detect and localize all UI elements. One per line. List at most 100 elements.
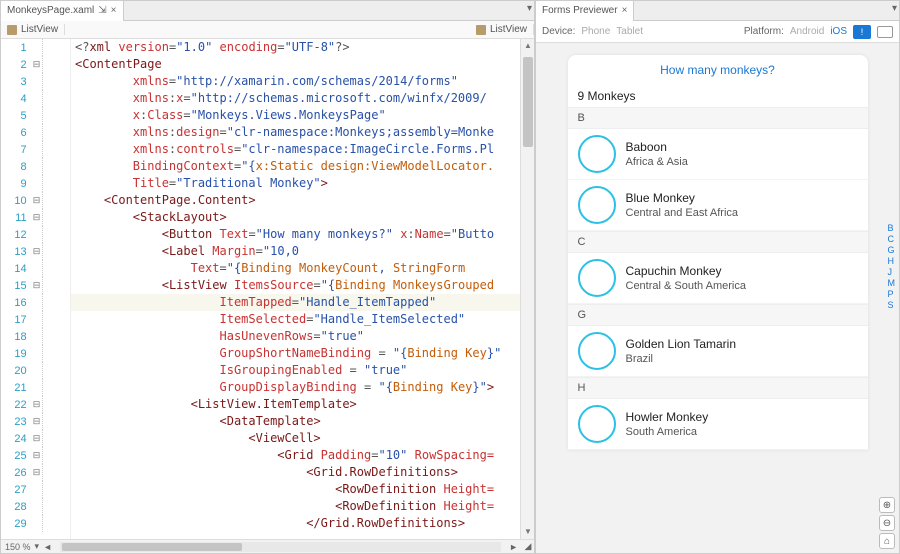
- list-item[interactable]: Capuchin MonkeyCentral & South America: [568, 253, 868, 304]
- zoom-level[interactable]: 150 %: [1, 542, 35, 552]
- code-line[interactable]: <ListView ItemsSource="{Binding MonkeysG…: [71, 277, 534, 294]
- code-line[interactable]: <Button Text="How many monkeys?" x:Name=…: [71, 226, 534, 243]
- code-line[interactable]: <RowDefinition Height=: [71, 498, 534, 515]
- scroll-down-icon[interactable]: ▼: [523, 527, 533, 537]
- index-letter[interactable]: P: [888, 289, 896, 299]
- code-line[interactable]: <RowDefinition Height=: [71, 481, 534, 498]
- editor-tab[interactable]: MonkeysPage.xaml ⇲ ×: [1, 1, 124, 21]
- fold-toggle[interactable]: ⊟: [31, 59, 43, 70]
- section-index[interactable]: BCGHJMPS: [888, 223, 896, 310]
- scroll-left-icon[interactable]: ◄: [39, 542, 56, 552]
- close-icon[interactable]: ×: [111, 5, 117, 16]
- fold-toggle[interactable]: ⊟: [31, 280, 43, 291]
- code-line[interactable]: <StackLayout>: [71, 209, 534, 226]
- index-letter[interactable]: M: [888, 278, 896, 288]
- warning-badge[interactable]: !: [853, 25, 871, 39]
- list-item[interactable]: Howler MonkeySouth America: [568, 399, 868, 450]
- code-line[interactable]: xmlns:design="clr-namespace:Monkeys;asse…: [71, 124, 534, 141]
- code-line[interactable]: Title="Traditional Monkey">: [71, 175, 534, 192]
- horizontal-scrollbar[interactable]: [60, 542, 501, 552]
- preview-tab[interactable]: Forms Previewer ×: [536, 1, 634, 21]
- breadcrumb[interactable]: ListView: [470, 24, 534, 35]
- line-number: 28: [1, 501, 31, 513]
- resize-grip-icon[interactable]: ◢: [522, 541, 534, 552]
- element-icon: [476, 25, 486, 35]
- line-number: 5: [1, 110, 31, 122]
- code-line[interactable]: <ContentPage: [71, 56, 534, 73]
- tab-menu-icon[interactable]: ▾: [892, 3, 897, 14]
- index-letter[interactable]: J: [888, 267, 896, 277]
- monkey-location: Brazil: [626, 353, 737, 365]
- code-line[interactable]: HasUnevenRows="true": [71, 328, 534, 345]
- code-line[interactable]: </Grid.RowDefinitions>: [71, 515, 534, 532]
- zoom-fit-button[interactable]: ⌂: [879, 533, 895, 549]
- code-line[interactable]: <ViewCell>: [71, 430, 534, 447]
- scroll-thumb[interactable]: [62, 543, 242, 551]
- line-number: 20: [1, 365, 31, 377]
- code-line[interactable]: ItemSelected="Handle_ItemSelected": [71, 311, 534, 328]
- list-item[interactable]: BaboonAfrica & Asia: [568, 129, 868, 180]
- line-number: 22: [1, 399, 31, 411]
- scroll-up-icon[interactable]: ▲: [523, 41, 533, 51]
- fold-toggle[interactable]: ⊟: [31, 450, 43, 461]
- fold-toggle[interactable]: ⊟: [31, 246, 43, 257]
- fold-toggle[interactable]: ⊟: [31, 399, 43, 410]
- list-item[interactable]: Golden Lion TamarinBrazil: [568, 326, 868, 377]
- line-number: 2: [1, 59, 31, 71]
- scroll-right-icon[interactable]: ►: [505, 542, 522, 552]
- index-letter[interactable]: B: [888, 223, 896, 233]
- fold-toggle[interactable]: ⊟: [31, 212, 43, 223]
- code-line[interactable]: <Grid.RowDefinitions>: [71, 464, 534, 481]
- index-letter[interactable]: G: [888, 245, 896, 255]
- code-line[interactable]: xmlns:x="http://schemas.microsoft.com/wi…: [71, 90, 534, 107]
- fold-toggle[interactable]: ⊟: [31, 195, 43, 206]
- breadcrumb[interactable]: ListView: [1, 24, 65, 35]
- platform-android-option[interactable]: Android: [790, 26, 824, 37]
- code-line[interactable]: BindingContext="{x:Static design:ViewMod…: [71, 158, 534, 175]
- line-number: 19: [1, 348, 31, 360]
- code-line[interactable]: Text="{Binding MonkeyCount, StringForm: [71, 260, 534, 277]
- line-number: 4: [1, 93, 31, 105]
- code-line[interactable]: xmlns:controls="clr-namespace:ImageCircl…: [71, 141, 534, 158]
- code-line[interactable]: <ContentPage.Content>: [71, 192, 534, 209]
- nav-title-button[interactable]: How many monkeys?: [568, 55, 868, 85]
- monkey-location: Africa & Asia: [626, 156, 688, 168]
- index-letter[interactable]: S: [888, 300, 896, 310]
- list-item[interactable]: Blue MonkeyCentral and East Africa: [568, 180, 868, 231]
- vertical-scrollbar[interactable]: ▲ ▼: [520, 39, 534, 539]
- code-line[interactable]: <?xml version="1.0" encoding="UTF-8"?>: [71, 39, 534, 56]
- index-letter[interactable]: C: [888, 234, 896, 244]
- scroll-thumb[interactable]: [523, 57, 533, 147]
- list-section-header: G: [568, 304, 868, 326]
- line-number: 10: [1, 195, 31, 207]
- code-line[interactable]: ItemTapped="Handle_ItemTapped": [71, 294, 534, 311]
- rotate-icon[interactable]: [877, 26, 893, 38]
- code-line[interactable]: <Label Margin="10,0: [71, 243, 534, 260]
- fold-toggle[interactable]: ⊟: [31, 416, 43, 427]
- code-line[interactable]: GroupDisplayBinding = "{Binding Key}">: [71, 379, 534, 396]
- zoom-in-button[interactable]: ⊕: [879, 497, 895, 513]
- device-phone-option[interactable]: Phone: [581, 26, 610, 37]
- zoom-out-button[interactable]: ⊖: [879, 515, 895, 531]
- code-line[interactable]: <Grid Padding="10" RowSpacing=: [71, 447, 534, 464]
- device-tablet-option[interactable]: Tablet: [616, 26, 643, 37]
- code-line[interactable]: IsGroupingEnabled = "true": [71, 362, 534, 379]
- code-line[interactable]: x:Class="Monkeys.Views.MonkeysPage": [71, 107, 534, 124]
- pin-icon[interactable]: ⇲: [98, 5, 106, 16]
- index-letter[interactable]: H: [888, 256, 896, 266]
- line-number: 16: [1, 297, 31, 309]
- close-icon[interactable]: ×: [622, 5, 628, 16]
- code-line[interactable]: xmlns="http://xamarin.com/schemas/2014/f…: [71, 73, 534, 90]
- line-number: 29: [1, 518, 31, 530]
- tab-menu-icon[interactable]: ▾: [527, 3, 532, 14]
- breadcrumb-label: ListView: [21, 24, 58, 35]
- fold-toggle[interactable]: ⊟: [31, 467, 43, 478]
- code-line[interactable]: <ListView.ItemTemplate>: [71, 396, 534, 413]
- avatar-circle: [578, 405, 616, 443]
- code-line[interactable]: GroupShortNameBinding = "{Binding Key}": [71, 345, 534, 362]
- code-editor[interactable]: 12⊟345678910⊟11⊟1213⊟1415⊟16171819202122…: [1, 39, 534, 539]
- code-line[interactable]: <DataTemplate>: [71, 413, 534, 430]
- line-number: 24: [1, 433, 31, 445]
- fold-toggle[interactable]: ⊟: [31, 433, 43, 444]
- platform-ios-option[interactable]: iOS: [830, 26, 847, 37]
